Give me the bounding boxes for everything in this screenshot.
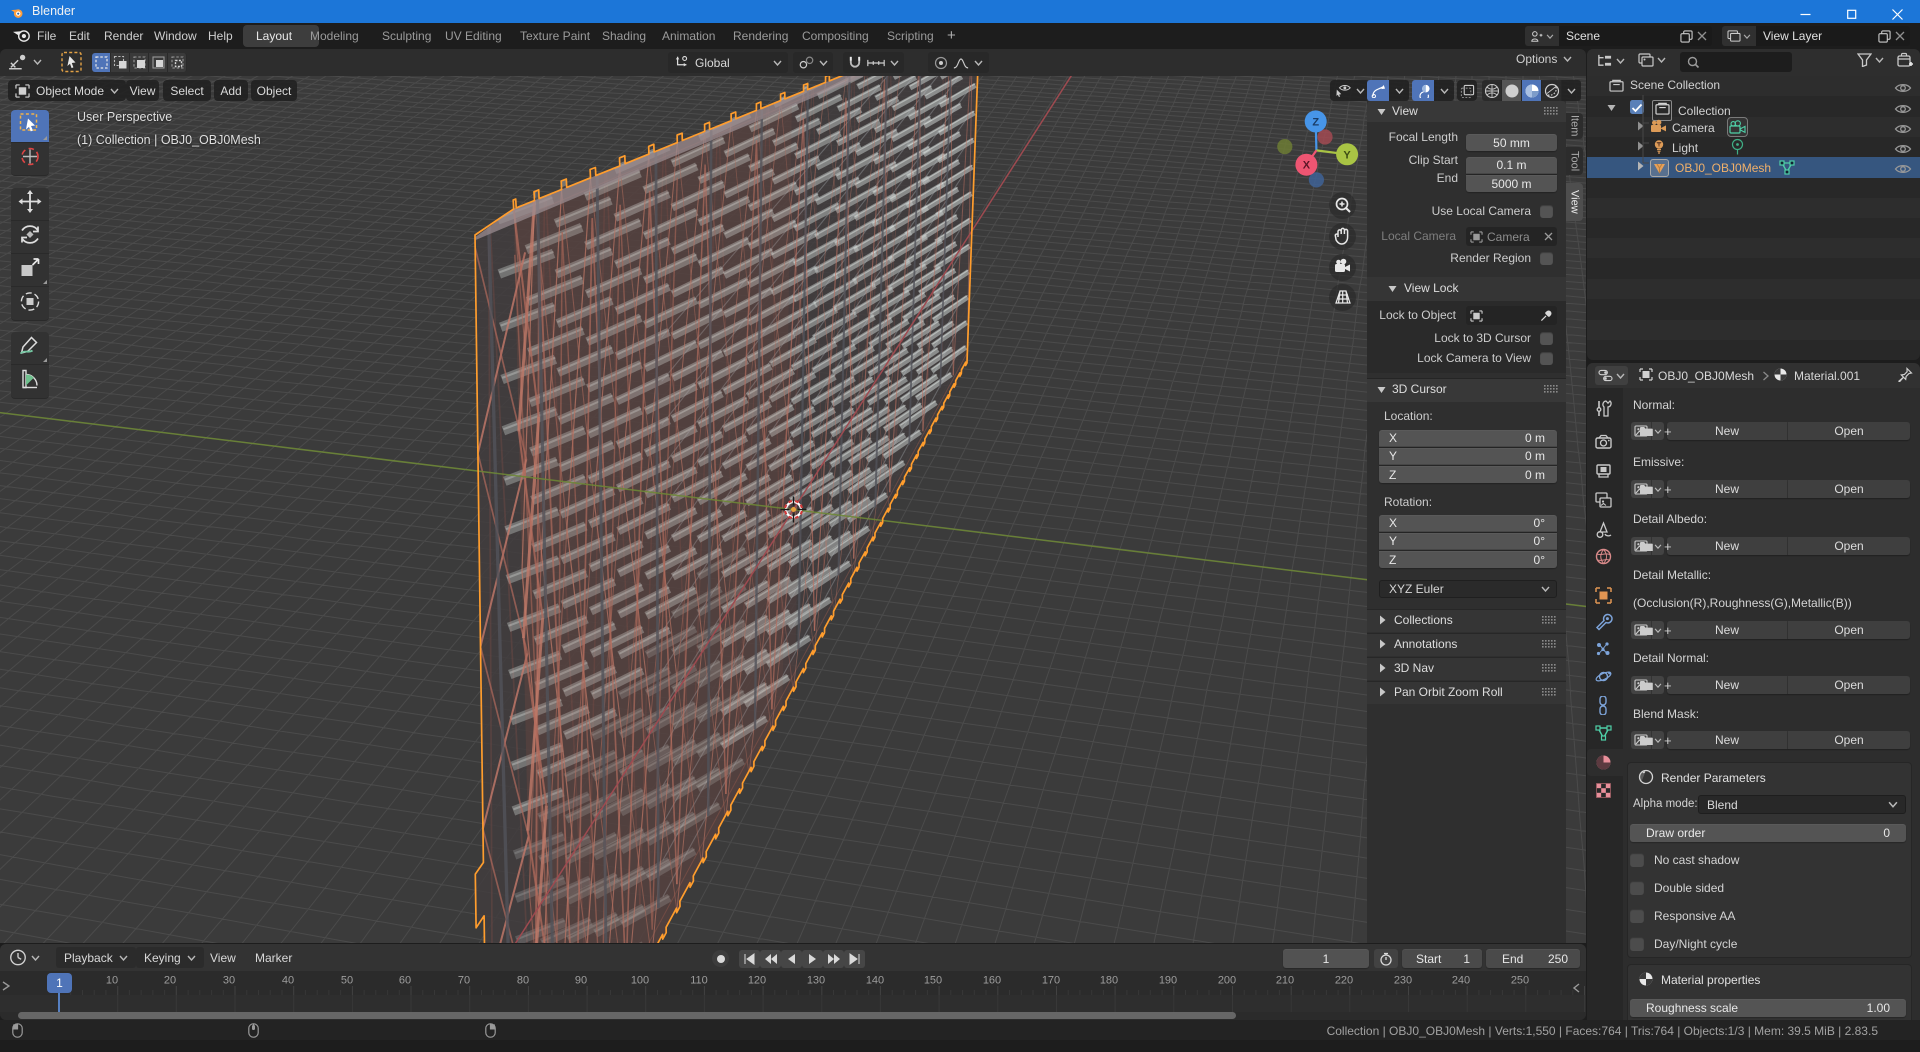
svg-text:10: 10 [106, 975, 118, 987]
svg-text:60: 60 [399, 975, 411, 987]
svg-text:20: 20 [164, 975, 176, 987]
svg-text:180: 180 [1100, 975, 1118, 987]
svg-text:150: 150 [924, 975, 942, 987]
svg-text:160: 160 [983, 975, 1001, 987]
svg-text:190: 190 [1159, 975, 1177, 987]
svg-text:120: 120 [748, 975, 766, 987]
svg-text:210: 210 [1276, 975, 1294, 987]
svg-text:170: 170 [1042, 975, 1060, 987]
svg-text:70: 70 [458, 975, 470, 987]
svg-text:30: 30 [223, 975, 235, 987]
svg-text:Z: Z [1312, 116, 1319, 128]
svg-text:50: 50 [341, 975, 353, 987]
svg-text:230: 230 [1394, 975, 1412, 987]
svg-text:90: 90 [575, 975, 587, 987]
svg-text:240: 240 [1452, 975, 1470, 987]
svg-text:250: 250 [1511, 975, 1529, 987]
svg-text:40: 40 [282, 975, 294, 987]
svg-text:140: 140 [866, 975, 884, 987]
svg-text:X: X [1303, 160, 1311, 172]
svg-text:110: 110 [690, 975, 708, 987]
svg-text:80: 80 [517, 975, 529, 987]
svg-text:130: 130 [807, 975, 825, 987]
svg-text:Y: Y [1343, 149, 1351, 161]
svg-text:220: 220 [1335, 975, 1353, 987]
svg-text:200: 200 [1218, 975, 1236, 987]
svg-text:100: 100 [631, 975, 649, 987]
